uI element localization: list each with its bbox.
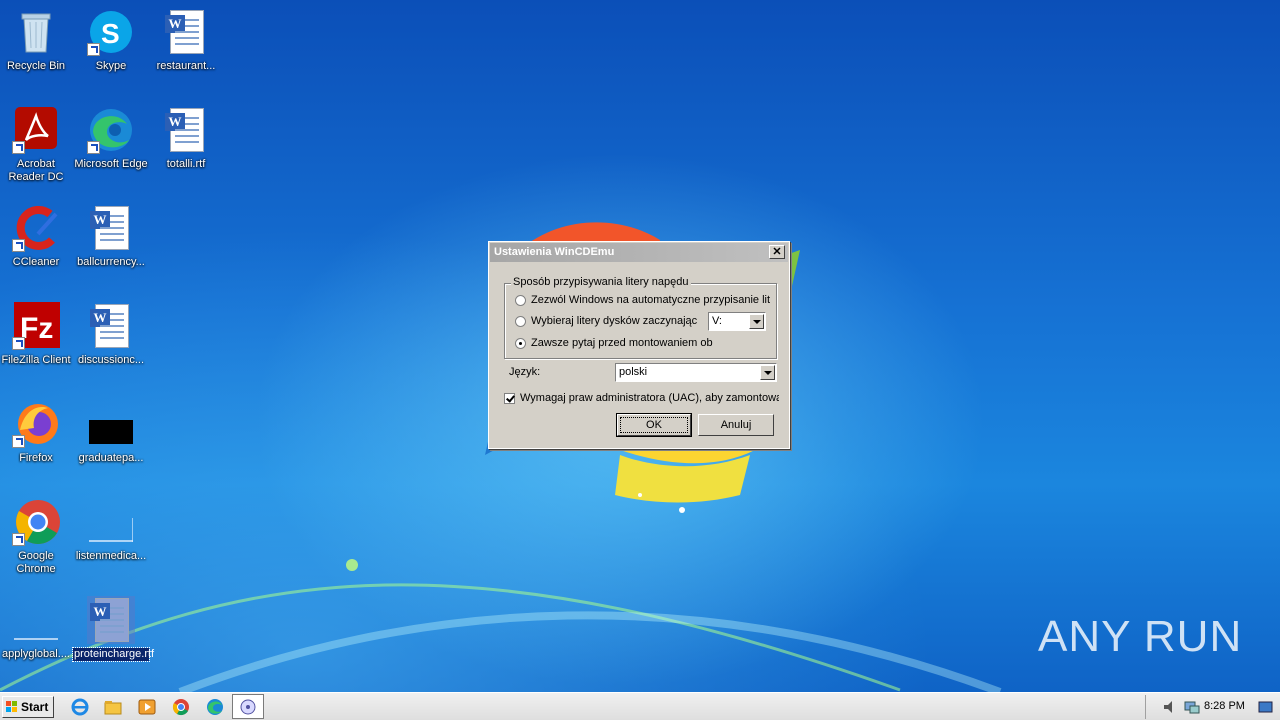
group-label: Sposób przypisywania litery napędu bbox=[511, 276, 691, 288]
desktop-icon-graduatepa[interactable]: graduatepa... bbox=[73, 400, 149, 465]
desktop-icon-proteincharge[interactable]: W proteincharge.rtf bbox=[72, 596, 155, 662]
chrome-taskbar-icon[interactable] bbox=[171, 697, 191, 717]
desktop-icon-skype[interactable]: S Skype bbox=[73, 8, 149, 73]
language-select[interactable]: polski bbox=[615, 363, 777, 382]
radio-start-letter[interactable]: Wybieraj litery dysków zaczynając bbox=[515, 313, 705, 329]
ok-button[interactable]: OK bbox=[616, 413, 692, 437]
edge-taskbar-icon[interactable] bbox=[205, 697, 225, 717]
uac-checkbox[interactable] bbox=[504, 392, 515, 404]
desktop-icon-label: totalli.rtf bbox=[166, 158, 206, 170]
close-icon: ✕ bbox=[772, 246, 782, 258]
desktop-icon-totalli[interactable]: W totalli.rtf bbox=[148, 106, 224, 171]
desktop-icon-label: graduatepa... bbox=[78, 452, 144, 464]
blank-file-icon bbox=[14, 638, 58, 640]
taskbar: Start 8:28 PM bbox=[0, 692, 1280, 720]
desktop-icon-recycle-bin[interactable]: Recycle Bin bbox=[0, 8, 74, 73]
radio-button[interactable] bbox=[515, 337, 526, 349]
word-document-icon: W bbox=[90, 206, 129, 250]
desktop-icon-label: listenmedica... bbox=[75, 550, 147, 562]
clock[interactable]: 8:28 PM bbox=[1204, 700, 1245, 712]
svg-text:S: S bbox=[101, 18, 120, 49]
desktop-icon-label: FileZilla Client bbox=[1, 354, 71, 366]
desktop-icon-filezilla[interactable]: Fz FileZilla Client bbox=[0, 302, 74, 367]
desktop-icon-firefox[interactable]: Firefox bbox=[0, 400, 74, 465]
shortcut-arrow-icon bbox=[87, 43, 100, 56]
wincdemu-icon bbox=[240, 699, 256, 715]
word-document-icon: W bbox=[165, 108, 204, 152]
show-desktop-icon[interactable] bbox=[1258, 699, 1274, 715]
desktop-icon-label: ballcurrency... bbox=[77, 256, 145, 268]
cancel-button[interactable]: Anuluj bbox=[698, 414, 774, 436]
desktop-icon-label: applyglobal.... bbox=[2, 648, 70, 660]
shortcut-arrow-icon bbox=[87, 141, 100, 154]
desktop-icon-label: discussionc... bbox=[77, 354, 145, 366]
language-value: polski bbox=[619, 366, 648, 378]
dropdown-arrow-icon[interactable] bbox=[749, 314, 764, 329]
desktop-icon-acrobat-reader[interactable]: Acrobat Reader DC bbox=[0, 106, 74, 184]
shortcut-arrow-icon bbox=[12, 141, 25, 154]
anyrun-watermark: ANY RUN bbox=[1038, 612, 1243, 661]
desktop-icon-listenmedica[interactable]: listenmedica... bbox=[73, 498, 149, 563]
desktop-icon-discussionc[interactable]: W discussionc... bbox=[73, 302, 149, 367]
word-document-icon: W bbox=[90, 304, 129, 348]
blank-file-icon bbox=[89, 518, 133, 542]
desktop-icon-label: Microsoft Edge bbox=[74, 158, 148, 170]
focus-rect bbox=[620, 417, 688, 433]
word-document-icon: W bbox=[90, 598, 129, 642]
shortcut-arrow-icon bbox=[12, 435, 25, 448]
desktop-icon-label: Recycle Bin bbox=[6, 60, 66, 72]
desktop-icon-label: CCleaner bbox=[12, 256, 60, 268]
uac-label: Wymagaj praw administratora (UAC), aby z… bbox=[520, 392, 779, 404]
start-button[interactable]: Start bbox=[2, 696, 54, 718]
recycle-bin-icon bbox=[21, 13, 51, 53]
desktop-icon-restaurant[interactable]: W restaurant... bbox=[148, 8, 224, 73]
dropdown-arrow-icon[interactable] bbox=[760, 365, 775, 380]
desktop-icon-label: Skype bbox=[95, 60, 127, 72]
desktop-icon-label: restaurant... bbox=[156, 60, 216, 72]
start-label: Start bbox=[21, 700, 49, 714]
drive-letter-value: V: bbox=[712, 315, 722, 327]
radio-label: Zezwól Windows na automatyczne przypisan… bbox=[531, 294, 770, 306]
desktop-icon-label: Google Chrome bbox=[16, 550, 56, 575]
desktop-icon-ccleaner[interactable]: CCleaner bbox=[0, 204, 74, 269]
system-tray: 8:28 PM bbox=[1145, 695, 1280, 719]
shortcut-arrow-icon bbox=[12, 533, 25, 546]
radio-label: Zawsze pytaj przed montowaniem ob bbox=[531, 337, 713, 349]
desktop-icon-label: Acrobat Reader DC bbox=[8, 158, 64, 183]
desktop-icon-microsoft-edge[interactable]: Microsoft Edge bbox=[73, 106, 149, 171]
desktop-icon-applyglobal[interactable]: applyglobal.... bbox=[0, 596, 74, 661]
shortcut-arrow-icon bbox=[12, 337, 25, 350]
black-thumbnail-icon bbox=[89, 420, 133, 444]
uac-checkbox-row[interactable]: Wymagaj praw administratora (UAC), aby z… bbox=[504, 390, 779, 406]
speaker-icon[interactable] bbox=[1162, 699, 1178, 715]
radio-button[interactable] bbox=[515, 294, 526, 306]
radio-auto-assign[interactable]: Zezwól Windows na automatyczne przypisan… bbox=[515, 292, 770, 308]
network-icon[interactable] bbox=[1184, 699, 1200, 715]
close-button[interactable]: ✕ bbox=[769, 245, 785, 259]
word-document-icon: W bbox=[165, 10, 204, 54]
desktop-icon-ballcurrency[interactable]: W ballcurrency... bbox=[73, 204, 149, 269]
radio-label: Wybieraj litery dysków zaczynając bbox=[531, 315, 698, 327]
drive-letter-select[interactable]: V: bbox=[708, 312, 766, 331]
media-player-icon[interactable] bbox=[137, 697, 157, 717]
shortcut-arrow-icon bbox=[12, 239, 25, 252]
desktop-icon-label: proteincharge.rtf bbox=[72, 647, 155, 662]
language-label: Język: bbox=[509, 366, 541, 378]
dialog-title: Ustawienia WinCDEmu bbox=[494, 246, 615, 258]
taskbar-active-app[interactable] bbox=[232, 694, 264, 719]
desktop-icon-google-chrome[interactable]: Google Chrome bbox=[0, 498, 74, 576]
radio-always-ask[interactable]: Zawsze pytaj przed montowaniem ob bbox=[515, 335, 770, 351]
drive-letter-groupbox: Sposób przypisywania litery napędu Zezwó… bbox=[504, 276, 777, 359]
dialog-titlebar[interactable]: Ustawienia WinCDEmu ✕ bbox=[490, 243, 788, 262]
internet-explorer-icon[interactable] bbox=[70, 697, 90, 717]
desktop-icon-label: Firefox bbox=[19, 452, 53, 464]
radio-button[interactable] bbox=[515, 315, 526, 327]
wincdemu-settings-dialog: Ustawienia WinCDEmu ✕ Sposób przypisywan… bbox=[488, 241, 790, 449]
file-explorer-icon[interactable] bbox=[103, 697, 123, 717]
windows-logo-icon bbox=[6, 701, 17, 712]
cancel-label: Anuluj bbox=[720, 419, 752, 431]
